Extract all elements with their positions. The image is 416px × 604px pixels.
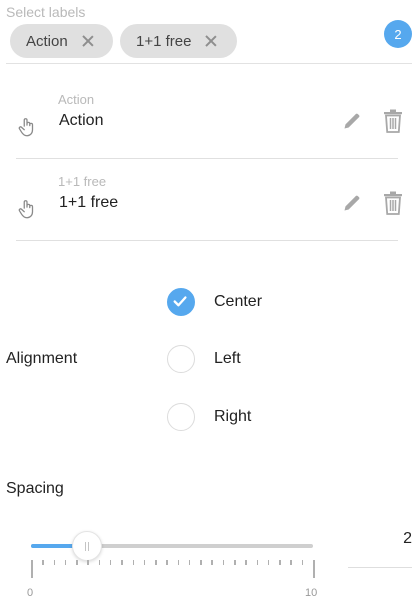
label-caption: Action [58,92,95,107]
radio-left-label[interactable]: Left [214,350,241,368]
label-value[interactable]: 1+1 free [59,194,118,212]
slider-tick [132,560,135,565]
slider-tick [245,560,247,565]
trash-icon[interactable] [383,109,403,133]
slider-tick [64,560,67,565]
hand-pointer-icon[interactable] [16,198,38,220]
slider-tick [166,560,168,565]
spacing-value-input[interactable]: 2 [348,530,412,548]
pencil-icon[interactable] [342,111,362,131]
slider-tick [53,560,56,565]
label-item-1-plus-1-free: 1+1 free 1+1 free [16,174,402,241]
spacing-label: Spacing [6,480,64,497]
slider-tick [109,560,112,565]
slider-tick [155,560,157,565]
radio-center[interactable] [167,288,195,316]
slider-thumb[interactable] [72,531,103,561]
alignment-label: Alignment [6,350,78,367]
slider-tick [200,560,202,565]
slider-tick [143,560,146,565]
slider-ticks [31,560,315,580]
slider-tick [256,560,259,565]
radio-center-label[interactable]: Center [214,293,262,311]
slider-tick [222,560,225,565]
chip-action[interactable]: Action [10,24,113,58]
slider-tick [42,560,44,565]
label-caption: 1+1 free [58,174,107,189]
radio-right-label[interactable]: Right [214,408,251,426]
pencil-icon[interactable] [342,193,362,213]
slider-tick [211,560,213,565]
select-underline [6,63,412,64]
select-labels-caption: Select labels [6,4,86,20]
slider-tick [313,560,315,578]
slider-tick [290,560,292,565]
label-value[interactable]: Action [59,112,103,130]
chip-label: 1+1 free [136,32,192,50]
slider-tick [188,560,191,565]
close-icon[interactable] [205,35,217,47]
selected-count-badge: 2 [384,20,412,48]
slider-max-label: 10 [305,587,318,599]
spacing-value-underline [348,567,412,568]
slider-tick [87,560,89,565]
slider-tick [98,560,101,565]
slider-tick [279,560,281,565]
slider-min-label: 0 [27,587,34,599]
checkmark-icon [173,296,187,307]
label-item-action: Action Action [16,92,402,159]
slider-tick [76,560,78,565]
chip-label: Action [26,32,68,50]
slider-tick [301,560,304,565]
slider-tick [121,560,123,565]
trash-icon[interactable] [383,191,403,215]
chip-1-plus-1-free[interactable]: 1+1 free [120,24,237,58]
slider-tick [31,560,33,578]
slider-tick [234,560,236,565]
radio-left[interactable] [167,345,195,373]
slider-tick [267,560,270,565]
spacing-slider[interactable] [31,530,313,562]
close-icon[interactable] [82,35,94,47]
slider-tick [177,560,180,565]
radio-right[interactable] [167,403,195,431]
hand-pointer-icon[interactable] [16,116,38,138]
